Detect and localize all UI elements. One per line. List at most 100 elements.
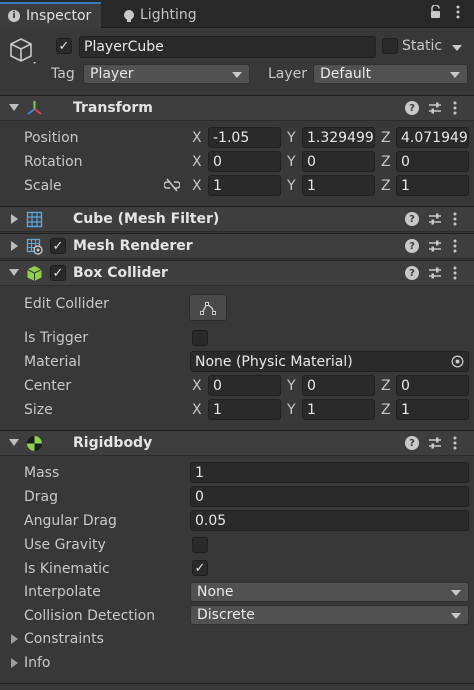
- transform-icon: [26, 100, 43, 117]
- axis-y-label[interactable]: Y: [287, 402, 296, 418]
- axis-z-label[interactable]: Z: [381, 130, 391, 146]
- fold-closed-icon[interactable]: [11, 241, 18, 251]
- component-menu-icon[interactable]: [452, 266, 458, 280]
- drag-field[interactable]: 0: [190, 486, 469, 507]
- transform-header[interactable]: Transform ?: [0, 95, 474, 121]
- axis-x-label[interactable]: X: [192, 178, 202, 194]
- axis-y-label[interactable]: Y: [287, 178, 296, 194]
- presets-icon[interactable]: [428, 101, 442, 115]
- center-x-field[interactable]: 0: [208, 375, 281, 396]
- info-fold-icon[interactable]: [11, 658, 18, 668]
- axis-z-label[interactable]: Z: [381, 178, 391, 194]
- box-collider-header[interactable]: ✓ Box Collider ?: [0, 260, 474, 286]
- help-icon[interactable]: ?: [405, 266, 419, 280]
- is-trigger-checkbox[interactable]: [192, 330, 208, 346]
- edit-collider-button[interactable]: [189, 294, 227, 321]
- axis-x-label[interactable]: X: [192, 378, 202, 394]
- presets-icon[interactable]: [428, 266, 442, 280]
- object-name-field[interactable]: PlayerCube: [79, 36, 376, 58]
- interpolate-dropdown[interactable]: None: [190, 582, 469, 602]
- mesh-renderer-header[interactable]: ✓ Mesh Renderer ?: [0, 233, 474, 259]
- size-x-field[interactable]: 1: [208, 399, 281, 420]
- axis-x-label[interactable]: X: [192, 154, 202, 170]
- layer-dropdown[interactable]: Default: [313, 64, 468, 84]
- material-value: None (Physic Material): [195, 353, 353, 370]
- help-icon[interactable]: ?: [405, 436, 419, 450]
- help-icon[interactable]: ?: [405, 101, 419, 115]
- scale-x-field[interactable]: 1: [208, 175, 281, 196]
- help-icon[interactable]: ?: [405, 239, 419, 253]
- size-x-value: 1: [213, 401, 222, 418]
- position-y-field[interactable]: 1.329499: [302, 127, 375, 148]
- size-z-field[interactable]: 1: [396, 399, 469, 420]
- presets-icon[interactable]: [428, 436, 442, 450]
- axis-x-label[interactable]: X: [192, 402, 202, 418]
- rotation-x-field[interactable]: 0: [208, 151, 281, 172]
- component-menu-icon[interactable]: [452, 239, 458, 253]
- tag-dropdown[interactable]: Player: [83, 64, 250, 84]
- scale-x-value: 1: [213, 177, 222, 194]
- help-icon[interactable]: ?: [405, 212, 419, 226]
- lock-icon[interactable]: [430, 4, 441, 19]
- tag-value: Player: [90, 66, 134, 82]
- axis-y-label[interactable]: Y: [287, 154, 296, 170]
- mass-field[interactable]: 1: [190, 462, 469, 483]
- unlinked-scale-icon[interactable]: [163, 178, 181, 192]
- scale-y-field[interactable]: 1: [302, 175, 375, 196]
- component-menu-icon[interactable]: [452, 436, 458, 450]
- fold-open-icon[interactable]: [9, 269, 19, 276]
- box-collider-enabled-checkbox[interactable]: ✓: [50, 265, 66, 281]
- rigidbody-icon: [26, 435, 43, 452]
- static-dropdown-icon[interactable]: [452, 45, 462, 51]
- fold-open-icon[interactable]: [9, 104, 19, 111]
- collision-detection-dropdown[interactable]: Discrete: [190, 605, 469, 625]
- center-y-field[interactable]: 0: [302, 375, 375, 396]
- static-label: Static: [402, 38, 443, 54]
- position-x-field[interactable]: -1.05: [208, 127, 281, 148]
- object-name-value: PlayerCube: [84, 39, 164, 55]
- mesh-filter-header[interactable]: Cube (Mesh Filter) ?: [0, 206, 474, 232]
- scale-z-field[interactable]: 1: [396, 175, 469, 196]
- presets-icon[interactable]: [428, 212, 442, 226]
- info-foldout[interactable]: Info: [24, 655, 51, 671]
- axis-z-label[interactable]: Z: [381, 378, 391, 394]
- presets-icon[interactable]: [428, 239, 442, 253]
- component-menu-icon[interactable]: [452, 212, 458, 226]
- rigidbody-title: Rigidbody: [73, 435, 153, 451]
- axis-y-label[interactable]: Y: [287, 130, 296, 146]
- component-menu-icon[interactable]: [452, 101, 458, 115]
- interpolate-label: Interpolate: [24, 584, 101, 600]
- rotation-z-field[interactable]: 0: [396, 151, 469, 172]
- fold-open-icon[interactable]: [9, 439, 19, 446]
- mesh-renderer-enabled-checkbox[interactable]: ✓: [50, 238, 66, 254]
- more-options-icon[interactable]: [456, 5, 460, 19]
- static-checkbox[interactable]: [382, 38, 398, 54]
- is-kinematic-checkbox[interactable]: ✓: [192, 560, 208, 576]
- position-z-field[interactable]: 4.071949: [396, 127, 469, 148]
- rotation-y-field[interactable]: 0: [302, 151, 375, 172]
- angular-drag-label: Angular Drag: [24, 513, 117, 529]
- drag-value: 0: [195, 488, 204, 505]
- is-kinematic-label: Is Kinematic: [24, 561, 110, 577]
- size-y-field[interactable]: 1: [302, 399, 375, 420]
- center-x-value: 0: [213, 377, 222, 394]
- tab-lighting[interactable]: Lighting: [116, 2, 207, 28]
- center-z-field[interactable]: 0: [396, 375, 469, 396]
- object-picker-icon[interactable]: [451, 355, 464, 368]
- axis-z-label[interactable]: Z: [381, 154, 391, 170]
- gameobject-cube-icon[interactable]: [9, 36, 36, 66]
- transform-title: Transform: [73, 100, 153, 116]
- axis-x-label[interactable]: X: [192, 130, 202, 146]
- rigidbody-header[interactable]: Rigidbody ?: [0, 430, 474, 456]
- constraints-foldout[interactable]: Constraints: [24, 631, 104, 647]
- active-checkbox[interactable]: ✓: [56, 38, 72, 54]
- tab-inspector[interactable]: i Inspector: [0, 2, 102, 28]
- use-gravity-checkbox[interactable]: [192, 537, 208, 553]
- axis-z-label[interactable]: Z: [381, 402, 391, 418]
- constraints-fold-icon[interactable]: [11, 634, 18, 644]
- material-field[interactable]: None (Physic Material): [190, 351, 469, 372]
- check-glyph: ✓: [52, 238, 64, 254]
- angular-drag-field[interactable]: 0.05: [190, 510, 469, 531]
- fold-closed-icon[interactable]: [11, 214, 18, 224]
- axis-y-label[interactable]: Y: [287, 378, 296, 394]
